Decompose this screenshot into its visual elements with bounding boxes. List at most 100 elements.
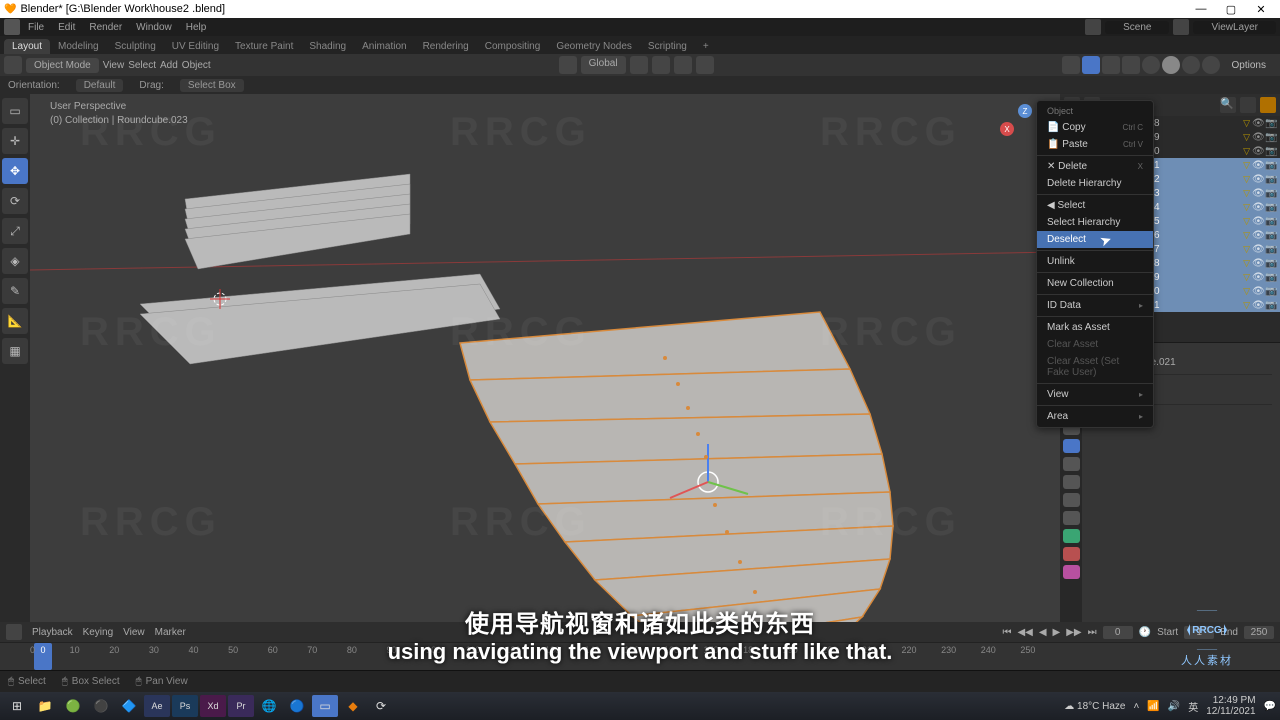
task-xd-icon[interactable]: Xd — [200, 695, 226, 717]
camera-icon[interactable]: 📷 — [1265, 146, 1276, 157]
maximize-button[interactable]: ▢ — [1216, 3, 1246, 16]
tab-uv-editing[interactable]: UV Editing — [164, 39, 227, 54]
orientation-global[interactable]: Global — [581, 56, 626, 74]
ctx-delete-hierarchy[interactable]: Delete Hierarchy — [1037, 175, 1153, 192]
tool-tweak[interactable]: ▭ — [2, 98, 28, 124]
shading-solid-icon[interactable] — [1162, 56, 1180, 74]
camera-icon[interactable]: 📷 — [1265, 216, 1276, 227]
tray-weather[interactable]: ☁ 18°C Haze — [1064, 701, 1125, 712]
pivot-icon[interactable] — [630, 56, 648, 74]
eye-icon[interactable]: 👁 — [1252, 216, 1263, 227]
camera-icon[interactable]: 📷 — [1265, 174, 1276, 185]
snap-icon[interactable] — [652, 56, 670, 74]
ptab-object[interactable] — [1063, 439, 1080, 453]
vp-menu-select[interactable]: Select — [128, 60, 156, 71]
ptab-modifier[interactable] — [1063, 457, 1080, 471]
task-refresh-icon[interactable]: ⟳ — [368, 695, 394, 717]
ctx-id-data[interactable]: ID Data▸ — [1037, 297, 1153, 314]
tray-wifi-icon[interactable]: 📶 — [1147, 701, 1159, 712]
tab-compositing[interactable]: Compositing — [477, 39, 549, 54]
tray-date[interactable]: 12/11/2021 — [1206, 706, 1255, 717]
menu-file[interactable]: File — [22, 20, 50, 35]
camera-icon[interactable]: 📷 — [1265, 230, 1276, 241]
ptab-material[interactable] — [1063, 547, 1080, 561]
tool-transform[interactable]: ◈ — [2, 248, 28, 274]
tab-sculpting[interactable]: Sculpting — [107, 39, 164, 54]
task-edge-icon[interactable]: 🌐 — [256, 695, 282, 717]
tab-texture-paint[interactable]: Texture Paint — [227, 39, 301, 54]
minimize-button[interactable]: — — [1186, 3, 1216, 16]
filter-icon[interactable] — [1240, 97, 1256, 113]
visibility-icon[interactable] — [1062, 56, 1080, 74]
ctx-view[interactable]: View▸ — [1037, 386, 1153, 403]
ptab-texture[interactable] — [1063, 565, 1080, 579]
task-ps-icon[interactable]: Ps — [172, 695, 198, 717]
editor-type-icon[interactable] — [4, 56, 22, 74]
options-dropdown[interactable]: Options — [1222, 58, 1276, 73]
viewport-3d[interactable]: User Perspective (0) Collection | Roundc… — [30, 94, 1060, 622]
camera-icon[interactable]: 📷 — [1265, 272, 1276, 283]
xray-icon[interactable] — [1122, 56, 1140, 74]
overlay-icon[interactable] — [1102, 56, 1120, 74]
menu-edit[interactable]: Edit — [52, 20, 81, 35]
viewlayer-icon[interactable] — [1173, 19, 1189, 35]
tool-annotate[interactable]: ✎ — [2, 278, 28, 304]
tool-measure[interactable]: 📐 — [2, 308, 28, 334]
tray-notif-icon[interactable]: 💬 — [1264, 701, 1276, 712]
close-button[interactable]: ✕ — [1246, 3, 1276, 16]
tray-up-icon[interactable]: ˄ — [1133, 701, 1139, 712]
proportional-icon[interactable] — [696, 56, 714, 74]
shading-rendered-icon[interactable] — [1202, 56, 1220, 74]
ctx-paste[interactable]: 📋 PasteCtrl V — [1037, 136, 1153, 153]
menu-render[interactable]: Render — [83, 20, 128, 35]
new-collection-icon[interactable] — [1260, 97, 1276, 113]
task-ae-icon[interactable]: Ae — [144, 695, 170, 717]
task-explorer-icon[interactable]: 📁 — [32, 695, 58, 717]
tool-add-cube[interactable]: ▦ — [2, 338, 28, 364]
tab-animation[interactable]: Animation — [354, 39, 414, 54]
ctx-select[interactable]: ◀ Select — [1037, 197, 1153, 214]
tab-modeling[interactable]: Modeling — [50, 39, 107, 54]
menu-help[interactable]: Help — [180, 20, 213, 35]
task-pr-icon[interactable]: Pr — [228, 695, 254, 717]
eye-icon[interactable]: 👁 — [1252, 118, 1263, 129]
eye-icon[interactable]: 👁 — [1252, 160, 1263, 171]
task-max-icon[interactable]: 🔷 — [116, 695, 142, 717]
search-icon[interactable]: 🔍 — [1220, 97, 1236, 113]
snap-to-icon[interactable] — [674, 56, 692, 74]
orientation-value[interactable]: Default — [76, 79, 124, 92]
vp-menu-view[interactable]: View — [103, 60, 125, 71]
eye-icon[interactable]: 👁 — [1252, 272, 1263, 283]
eye-icon[interactable]: 👁 — [1252, 244, 1263, 255]
ctx-delete[interactable]: ✕ DeleteX — [1037, 158, 1153, 175]
eye-icon[interactable]: 👁 — [1252, 132, 1263, 143]
viewlayer-field[interactable]: ViewLayer — [1193, 21, 1276, 34]
ptab-constraint[interactable] — [1063, 511, 1080, 525]
vp-menu-object[interactable]: Object — [182, 60, 211, 71]
ctx-new-collection[interactable]: New Collection — [1037, 275, 1153, 292]
eye-icon[interactable]: 👁 — [1252, 202, 1263, 213]
tab-rendering[interactable]: Rendering — [415, 39, 477, 54]
ctx-deselect[interactable]: Deselect — [1037, 231, 1153, 248]
task-obs-icon[interactable]: ⚫ — [88, 695, 114, 717]
eye-icon[interactable]: 👁 — [1252, 230, 1263, 241]
eye-icon[interactable]: 👁 — [1252, 146, 1263, 157]
camera-icon[interactable]: 📷 — [1265, 244, 1276, 255]
tab-add[interactable]: + — [695, 39, 717, 54]
camera-icon[interactable]: 📷 — [1265, 286, 1276, 297]
tool-move[interactable]: ✥ — [2, 158, 28, 184]
task-chrome-icon[interactable]: 🟢 — [60, 695, 86, 717]
eye-icon[interactable]: 👁 — [1252, 188, 1263, 199]
camera-icon[interactable]: 📷 — [1265, 300, 1276, 311]
vp-menu-add[interactable]: Add — [160, 60, 178, 71]
scene-field[interactable]: Scene — [1105, 21, 1169, 34]
ctx-select-hierarchy[interactable]: Select Hierarchy — [1037, 214, 1153, 231]
ptab-data[interactable] — [1063, 529, 1080, 543]
task-blender2-icon[interactable]: ◆ — [340, 695, 366, 717]
task-blender-active-icon[interactable]: ▭ — [312, 695, 338, 717]
camera-icon[interactable]: 📷 — [1265, 202, 1276, 213]
tool-cursor[interactable]: ✛ — [2, 128, 28, 154]
tab-shading[interactable]: Shading — [301, 39, 354, 54]
eye-icon[interactable]: 👁 — [1252, 286, 1263, 297]
drag-value[interactable]: Select Box — [180, 79, 244, 92]
